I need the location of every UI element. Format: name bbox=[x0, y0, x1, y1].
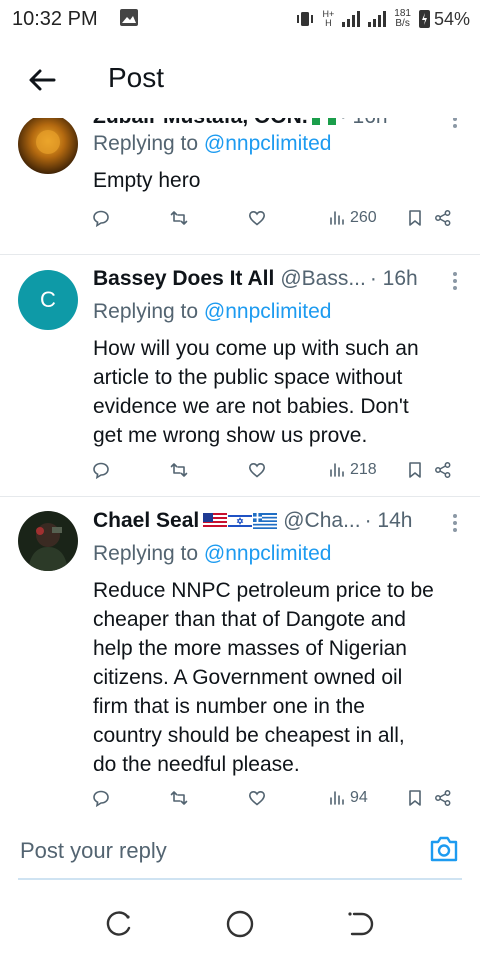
page-title: Post bbox=[108, 62, 165, 93]
share-icon bbox=[435, 790, 451, 806]
usa-flag-icon bbox=[203, 513, 228, 529]
avatar[interactable]: C bbox=[18, 270, 78, 330]
more-icon[interactable] bbox=[452, 512, 458, 534]
bookmark-button[interactable] bbox=[406, 458, 424, 482]
like-icon bbox=[248, 210, 266, 226]
like-button[interactable] bbox=[248, 206, 266, 230]
views-icon bbox=[330, 791, 344, 805]
network-speed: 181 B/s bbox=[394, 8, 411, 29]
repost-icon bbox=[170, 211, 188, 225]
avatar[interactable] bbox=[18, 118, 78, 174]
bookmark-button[interactable] bbox=[406, 206, 424, 230]
reply-icon bbox=[93, 790, 109, 807]
vibrate-icon bbox=[296, 12, 313, 26]
nigeria-flag-icon bbox=[311, 118, 336, 125]
status-bar: 10:32 PM H+ H 181 B/s 54% bbox=[0, 0, 480, 40]
more-icon[interactable] bbox=[452, 270, 458, 292]
repost-button[interactable] bbox=[170, 458, 188, 482]
image-icon bbox=[120, 9, 138, 26]
reply-post[interactable]: Chael Seal @Cha... · 14h Replying to @nn… bbox=[0, 496, 480, 810]
author-handle[interactable]: @Cha... bbox=[283, 509, 360, 533]
system-nav-bar bbox=[0, 890, 480, 960]
views-count: 94 bbox=[350, 789, 368, 806]
share-icon bbox=[435, 462, 451, 478]
home-icon[interactable] bbox=[224, 908, 256, 940]
bookmark-icon bbox=[409, 462, 421, 478]
like-button[interactable] bbox=[248, 786, 266, 810]
battery-icon bbox=[418, 10, 430, 28]
battery-percent: 54% bbox=[433, 8, 470, 29]
views-icon bbox=[330, 211, 344, 225]
reply-underline bbox=[18, 878, 462, 880]
post-time: · 16h bbox=[340, 118, 388, 129]
author-name[interactable]: Zubair Mustafa, OON. bbox=[93, 118, 308, 129]
replying-to: Replying to @nnpclimited bbox=[93, 300, 332, 323]
more-icon[interactable] bbox=[452, 118, 458, 130]
replying-to: Replying to @nnpclimited bbox=[93, 542, 332, 565]
mention-link[interactable]: @nnpclimited bbox=[204, 542, 332, 565]
reply-button[interactable] bbox=[92, 206, 110, 230]
reply-post[interactable]: C Bassey Does It All @Bass... · 16h Repl… bbox=[0, 254, 480, 497]
back-arrow-icon[interactable] bbox=[24, 62, 60, 98]
reply-composer bbox=[0, 810, 480, 890]
views-button[interactable]: 218 bbox=[328, 458, 377, 482]
like-button[interactable] bbox=[248, 458, 266, 482]
views-count: 260 bbox=[350, 209, 377, 226]
author-handle[interactable]: @Bass... bbox=[280, 267, 366, 291]
signal-icon bbox=[342, 11, 361, 27]
share-button[interactable] bbox=[434, 206, 452, 230]
views-button[interactable]: 94 bbox=[328, 786, 368, 810]
author-name[interactable]: Chael Seal bbox=[93, 509, 199, 533]
post-time: · 16h bbox=[369, 267, 418, 290]
share-button[interactable] bbox=[434, 786, 452, 810]
post-text: How will you come up with such an articl… bbox=[93, 337, 419, 447]
app-header: Post bbox=[0, 40, 480, 118]
reply-input[interactable] bbox=[18, 830, 422, 872]
views-count: 218 bbox=[350, 461, 377, 478]
israel-flag-icon bbox=[228, 513, 253, 529]
post-actions: 94 bbox=[90, 786, 462, 810]
post-actions: 260 bbox=[90, 206, 462, 230]
back-nav-icon[interactable] bbox=[344, 908, 376, 940]
avatar[interactable] bbox=[18, 511, 78, 571]
like-icon bbox=[248, 790, 266, 806]
reply-button[interactable] bbox=[92, 458, 110, 482]
replying-to: Replying to @nnpclimited bbox=[93, 132, 332, 155]
post-actions: 218 bbox=[90, 458, 462, 482]
recents-icon[interactable] bbox=[104, 908, 136, 940]
views-button[interactable]: 260 bbox=[328, 206, 377, 230]
bookmark-icon bbox=[409, 790, 421, 806]
share-icon bbox=[435, 210, 451, 226]
bookmark-button[interactable] bbox=[406, 786, 424, 810]
post-time: · 14h bbox=[364, 509, 413, 532]
network-sub: H bbox=[325, 18, 332, 28]
mention-link[interactable]: @nnpclimited bbox=[204, 300, 332, 323]
camera-icon[interactable] bbox=[428, 834, 460, 864]
status-time: 10:32 PM bbox=[12, 8, 98, 30]
repost-icon bbox=[170, 791, 188, 805]
like-icon bbox=[248, 462, 266, 478]
reply-post[interactable]: Zubair Mustafa, OON. · 16h Replying to @… bbox=[0, 118, 480, 255]
repost-icon bbox=[170, 463, 188, 477]
greece-flag-icon bbox=[253, 513, 278, 529]
replies-feed[interactable]: Zubair Mustafa, OON. · 16h Replying to @… bbox=[0, 118, 480, 810]
author-name[interactable]: Bassey Does It All bbox=[93, 267, 274, 291]
post-text: Empty hero bbox=[93, 169, 201, 192]
repost-button[interactable] bbox=[170, 206, 188, 230]
repost-button[interactable] bbox=[170, 786, 188, 810]
share-button[interactable] bbox=[434, 458, 452, 482]
mention-link[interactable]: @nnpclimited bbox=[204, 132, 332, 155]
bookmark-icon bbox=[409, 210, 421, 226]
reply-button[interactable] bbox=[92, 786, 110, 810]
signal-icon bbox=[368, 11, 387, 27]
views-icon bbox=[330, 463, 344, 477]
reply-icon bbox=[93, 210, 109, 227]
reply-icon bbox=[93, 462, 109, 479]
post-text: Reduce NNPC petroleum price to be cheape… bbox=[93, 579, 434, 776]
